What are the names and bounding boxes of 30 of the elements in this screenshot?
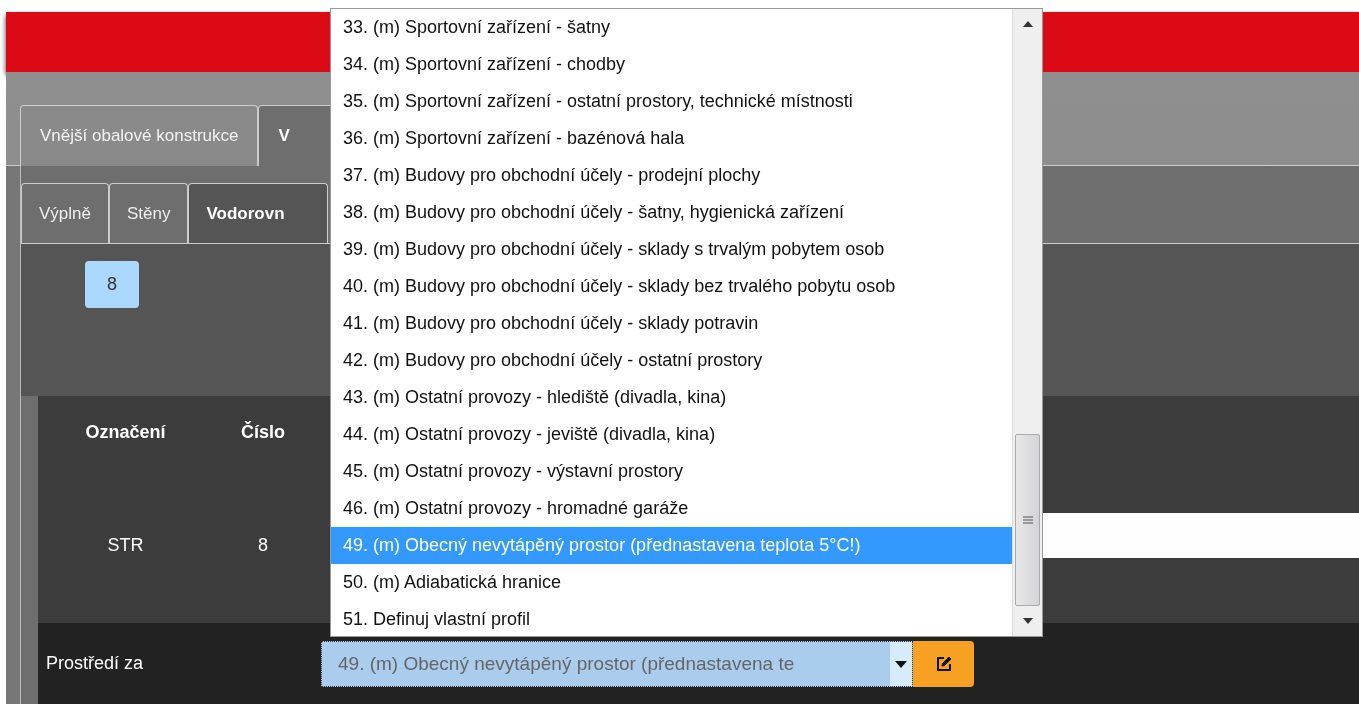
dropdown-option[interactable]: 51. Definuj vlastní profil [331, 601, 1012, 638]
dropdown-option[interactable]: 39. (m) Budovy pro obchodní účely - sklady s trvalým pobytem osob [331, 231, 1012, 268]
edit-button[interactable] [913, 640, 974, 687]
grip-icon [1022, 516, 1033, 524]
dropdown-option[interactable]: 46. (m) Ostatní provozy - hromadné garáže [331, 490, 1012, 527]
dropdown-option[interactable]: 43. (m) Ostatní provozy - hlediště (divadla, kina) [331, 379, 1012, 416]
column-header: Číslo [240, 421, 286, 443]
table-cell-text: STR [106, 535, 145, 556]
select-field[interactable]: 49. (m) Obecný nevytápěný prostor (přednastavena te [321, 640, 913, 687]
field-label: Prostředí za [45, 653, 145, 674]
dropdown-option[interactable]: 34. (m) Sportovní zařízení - chodby [331, 46, 1012, 83]
column-header: Označení [84, 421, 167, 443]
tab[interactable]: Stěny [109, 183, 189, 243]
dropdown-option[interactable]: 42. (m) Budovy pro obchodní účely - ostatní prostory [331, 342, 1012, 379]
dropdown-option[interactable]: 33. (m) Sportovní zařízení - šatny [331, 9, 1012, 46]
number-button[interactable]: 8 [85, 261, 139, 308]
scroll-thumb[interactable] [1015, 434, 1040, 606]
dropdown-option[interactable]: 50. (m) Adiabatická hranice [331, 564, 1012, 601]
dropdown-option[interactable]: 40. (m) Budovy pro obchodní účely - sklady bez trvalého pobytu osob [331, 268, 1012, 305]
tab[interactable]: Vodorovn [188, 183, 329, 243]
dropdown-option[interactable]: 38. (m) Budovy pro obchodní účely - šatny, hygienická zařízení [331, 194, 1012, 231]
dropdown-option[interactable]: 45. (m) Ostatní provozy - výstavní prostory [331, 453, 1012, 490]
table-cell-text: 8 [257, 535, 269, 556]
scrollbar[interactable] [1012, 9, 1042, 636]
tab[interactable]: Výplně [21, 183, 109, 243]
text-field[interactable] [1043, 513, 1359, 558]
dropdown-option[interactable]: 44. (m) Ostatní provozy - jeviště (divadla, kina) [331, 416, 1012, 453]
dropdown-option[interactable]: 41. (m) Budovy pro obchodní účely - sklady potravin [331, 305, 1012, 342]
caret-icon [890, 641, 912, 686]
scroll-up-icon[interactable] [1022, 21, 1033, 27]
